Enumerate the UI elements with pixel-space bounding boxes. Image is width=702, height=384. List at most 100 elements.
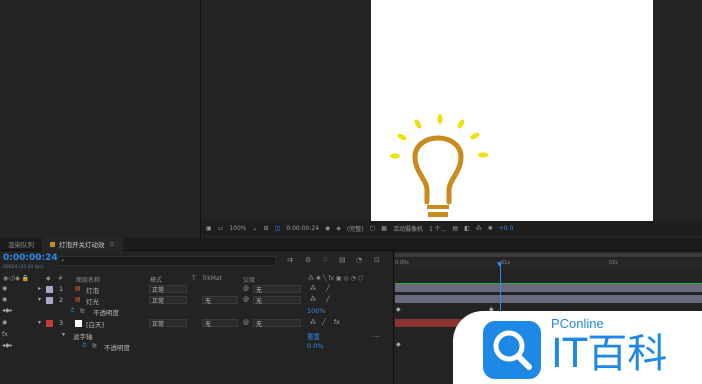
pickwhip-icon[interactable]: @ — [243, 319, 249, 326]
monitor-icon[interactable]: ▭ — [218, 225, 224, 232]
grid-icon[interactable]: ⊞ — [264, 225, 269, 232]
camera-select[interactable]: 活动摄像机 — [393, 224, 423, 233]
fx-switch-icon[interactable]: fx — [334, 319, 340, 326]
frame-blending-icon[interactable]: ▤ — [339, 256, 346, 264]
property-value[interactable]: 0.0% — [307, 342, 324, 350]
layer-row[interactable]: ◉ ▾ 3 [白天] 正常 无 @ 无 ⁂ ╱ fx — [0, 318, 393, 329]
switches-header: ⁂ ✱ ╲ fx ▣ ◎ ◔ ⬡ — [308, 275, 364, 282]
graph-icon[interactable]: ⊵ — [80, 307, 85, 314]
tab-render-queue[interactable]: 渲染队列 — [0, 238, 42, 251]
label-color-swatch[interactable] — [46, 320, 53, 327]
shy-icon[interactable]: ☃ — [322, 256, 328, 264]
trkmat-select[interactable]: 无 — [202, 319, 238, 328]
property-value[interactable]: 100% — [307, 307, 326, 315]
layer-name[interactable]: 灯光 — [86, 296, 99, 306]
property-row[interactable]: ◂◆▸ ⏱ ⊵ 不透明度 100% — [0, 306, 393, 317]
solid-layer-icon — [75, 320, 82, 327]
keyframe-nav-icon[interactable]: ◂◆▸ — [2, 342, 13, 349]
layer-in-out-line — [395, 283, 702, 284]
visibility-icon[interactable]: ◉ — [2, 285, 7, 292]
parent-select[interactable]: 无 — [253, 319, 301, 328]
chevron-down-icon[interactable]: ⌄ — [253, 225, 258, 232]
transparency-grid-icon[interactable]: ▦ — [381, 225, 387, 232]
label-color-swatch[interactable] — [46, 297, 53, 304]
visibility-icon[interactable]: ◉ — [2, 319, 7, 326]
property-row[interactable]: ◂◆▸ ⏱ ⊵ 不透明度 0.0% — [0, 341, 393, 352]
timeline-timecode[interactable]: 0:00:00:24 — [3, 253, 58, 263]
property-name: 不透明度 — [104, 344, 130, 352]
work-area-bar[interactable] — [395, 253, 702, 257]
resolution-select[interactable]: (完整) — [347, 224, 364, 233]
comp-mini-flowchart-icon[interactable]: ⇉ — [287, 256, 293, 264]
quality-switch-icon[interactable]: ╱ — [326, 285, 330, 292]
pickwhip-icon[interactable]: @ — [243, 285, 249, 292]
roi-icon[interactable]: ▢ — [370, 225, 376, 232]
views-select[interactable]: 1 个... — [429, 224, 446, 233]
trkmat-select[interactable]: 无 — [202, 296, 238, 305]
quality-switch-icon[interactable]: ╱ — [326, 296, 330, 303]
layer-bar[interactable] — [395, 284, 702, 292]
layer-search-input[interactable]: ⌕ — [58, 256, 276, 266]
exposure-value[interactable]: +0.0 — [499, 225, 514, 232]
layer-row[interactable]: ◉ ▸ 1 ▤ 灯泡 正常 @ 无 ⁂ ╱ — [0, 284, 393, 295]
layer-row[interactable]: ◉ ▾ 2 ▤ 灯光 正常 无 @ 无 ⁂ ╱ — [0, 295, 393, 306]
channel-icon[interactable]: ◈ — [336, 225, 341, 232]
expand-arrow-icon[interactable]: ▾ — [38, 319, 41, 326]
panel-menu-icon[interactable]: ≡ — [110, 240, 115, 248]
composition-color-icon — [50, 241, 55, 247]
expand-arrow-icon[interactable]: ▾ — [38, 296, 41, 303]
zoom-select[interactable]: 100% — [229, 225, 246, 232]
snapshot-icon[interactable]: ◧ — [464, 225, 470, 232]
motion-blur-icon[interactable]: ◔ — [356, 256, 362, 264]
composition-canvas[interactable] — [371, 0, 653, 221]
layer-bar[interactable] — [395, 295, 702, 303]
shy-switch-icon[interactable]: ⁂ — [310, 285, 316, 292]
expand-arrow-icon[interactable]: ▸ — [38, 285, 41, 292]
shy-switch-icon[interactable]: ⁂ — [310, 319, 316, 326]
keyframe-icon[interactable]: ◆ — [396, 306, 401, 313]
flowchart-icon[interactable]: ⁂ — [476, 225, 482, 232]
layer-name[interactable]: 灯泡 — [86, 285, 99, 295]
parent-select[interactable]: 无 — [253, 296, 301, 305]
layer-name[interactable]: [白天] — [86, 319, 104, 329]
mask-icon[interactable]: ◫ — [275, 225, 281, 232]
viewer-timecode[interactable]: 0:00:00:24 — [286, 225, 319, 232]
mode-select[interactable]: 正常 — [149, 319, 187, 328]
graph-icon[interactable]: ⊵ — [92, 342, 97, 349]
label-color-swatch[interactable] — [46, 286, 53, 293]
mode-header: 模式 — [150, 277, 163, 284]
quality-switch-icon[interactable]: ╱ — [322, 319, 326, 326]
frame-info: 00024 (25.00 fps) — [3, 265, 44, 270]
time-ruler[interactable]: 0:00s 01s 02s — [395, 258, 702, 270]
fx-icon[interactable]: fx — [2, 331, 8, 338]
layer-name-header[interactable]: 图层名称 — [76, 275, 100, 284]
trkmat-header: TrkMat — [202, 275, 222, 282]
draft-3d-icon[interactable]: ⚙ — [305, 256, 311, 264]
keyframe-nav-icon[interactable]: ◂◆▸ — [2, 307, 13, 314]
pickwhip-icon[interactable]: @ — [243, 296, 249, 303]
parent-select[interactable]: 无 — [253, 285, 301, 294]
effect-row[interactable]: fx ▾ 滤字轴 重置 … — [0, 330, 393, 341]
shy-switch-icon[interactable]: ⁂ — [310, 296, 316, 303]
stopwatch-icon[interactable]: ⏱ — [70, 307, 75, 315]
graph-editor-icon[interactable]: ⊡ — [374, 256, 380, 264]
mode-select[interactable]: 正常 — [149, 285, 187, 294]
view-options-icon[interactable]: ▣ — [206, 225, 212, 232]
more-options-icon[interactable]: … — [373, 331, 380, 339]
stopwatch-icon[interactable]: ⏱ — [82, 342, 87, 350]
tab-composition[interactable]: 灯泡开关灯动效 ≡ — [42, 237, 123, 251]
expand-arrow-icon[interactable]: ▾ — [62, 331, 65, 338]
keyframe-icon[interactable]: ◆ — [396, 341, 401, 348]
exposure-icon[interactable]: ✱ — [488, 225, 493, 232]
layout-icon[interactable]: ▤ — [452, 225, 458, 232]
camera-icon[interactable]: ◉ — [325, 225, 330, 232]
reset-link[interactable]: 重置 — [307, 331, 320, 341]
mode-select[interactable]: 正常 — [149, 296, 187, 305]
property-name: 不透明度 — [93, 309, 119, 317]
parent-header: 父级 — [243, 277, 256, 284]
project-panel — [0, 0, 201, 238]
playhead-handle-icon[interactable]: ▼ — [497, 261, 502, 268]
visibility-icon[interactable]: ◉ — [2, 296, 7, 303]
ruler-label: 0:00s — [395, 260, 409, 266]
ai-file-icon: ▤ — [75, 296, 81, 303]
